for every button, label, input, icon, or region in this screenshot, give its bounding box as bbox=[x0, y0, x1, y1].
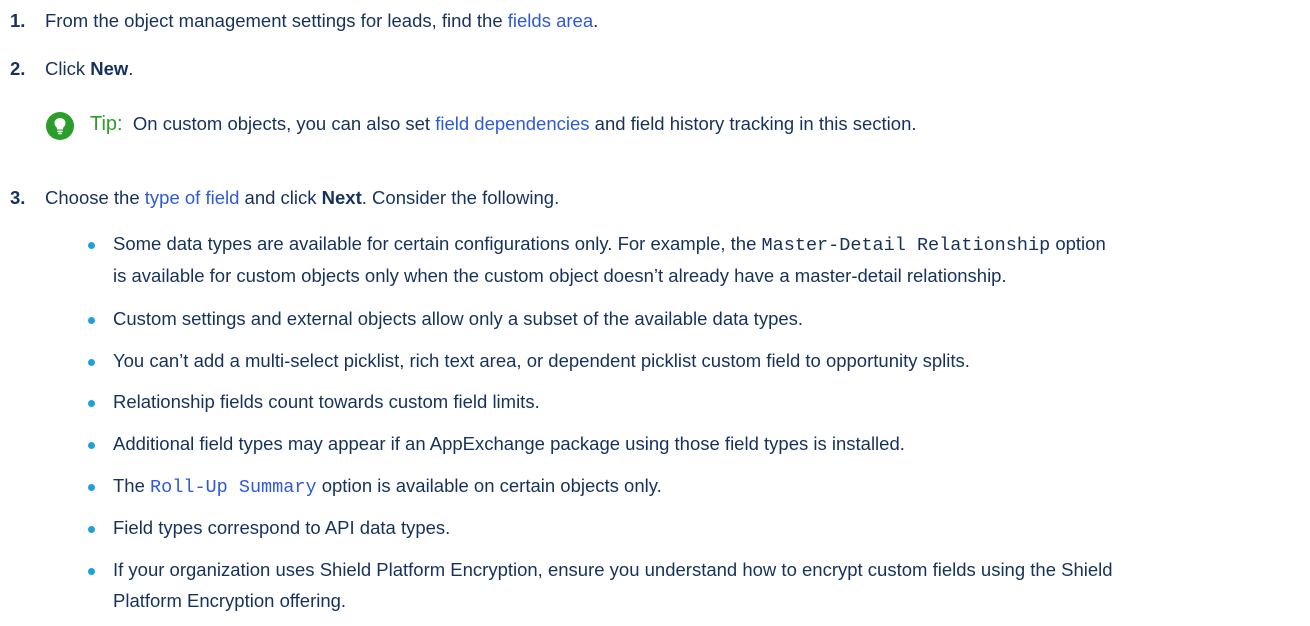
fields-area-link[interactable]: fields area bbox=[508, 10, 593, 31]
step-text: From the object management settings for … bbox=[45, 10, 599, 31]
bullet-item: Additional field types may appear if an … bbox=[113, 433, 905, 454]
tip-label: Tip: bbox=[90, 113, 123, 135]
roll-up-summary-link[interactable]: Roll-Up Summary bbox=[150, 477, 317, 498]
bullet-dot bbox=[88, 400, 95, 407]
bullet-dot bbox=[88, 442, 95, 449]
bullet-item: Custom settings and external objects all… bbox=[113, 308, 804, 329]
step-text: Click New. bbox=[45, 58, 134, 79]
step-number: 3. bbox=[10, 187, 26, 208]
code-master-detail: Master-Detail Relationship bbox=[761, 235, 1051, 256]
lightbulb-icon bbox=[46, 112, 74, 140]
bullet-dot bbox=[88, 359, 95, 366]
bullet-item: Some data types are available for certai… bbox=[113, 233, 1106, 256]
bullet-dot bbox=[88, 317, 95, 324]
bullet-item: If your organization uses Shield Platfor… bbox=[113, 559, 1113, 580]
bullet-item-continuation: is available for custom objects only whe… bbox=[113, 265, 1007, 286]
bullet-dot bbox=[88, 526, 95, 533]
field-dependencies-link[interactable]: field dependencies bbox=[435, 113, 589, 134]
bullet-dot bbox=[88, 568, 95, 575]
bullet-item: The Roll-Up Summary option is available … bbox=[113, 475, 662, 498]
bullet-item: Field types correspond to API data types… bbox=[113, 517, 451, 538]
bullet-item: You can’t add a multi-select picklist, r… bbox=[113, 350, 970, 371]
step-number: 1. bbox=[10, 10, 26, 31]
bullet-item: Relationship fields count towards custom… bbox=[113, 391, 540, 412]
tip-text: Tip: On custom objects, you can also set… bbox=[90, 113, 917, 135]
bullet-item-continuation: Platform Encryption offering. bbox=[113, 590, 347, 611]
new-label: New bbox=[90, 58, 129, 79]
bullet-dot bbox=[88, 484, 95, 491]
type-of-field-link[interactable]: type of field bbox=[145, 187, 240, 208]
step-text: Choose the type of field and click Next.… bbox=[45, 187, 560, 208]
next-label: Next bbox=[321, 187, 362, 208]
step-number: 2. bbox=[10, 58, 26, 79]
bullet-dot bbox=[88, 242, 95, 249]
help-document: 1. From the object management settings f… bbox=[0, 0, 1310, 626]
